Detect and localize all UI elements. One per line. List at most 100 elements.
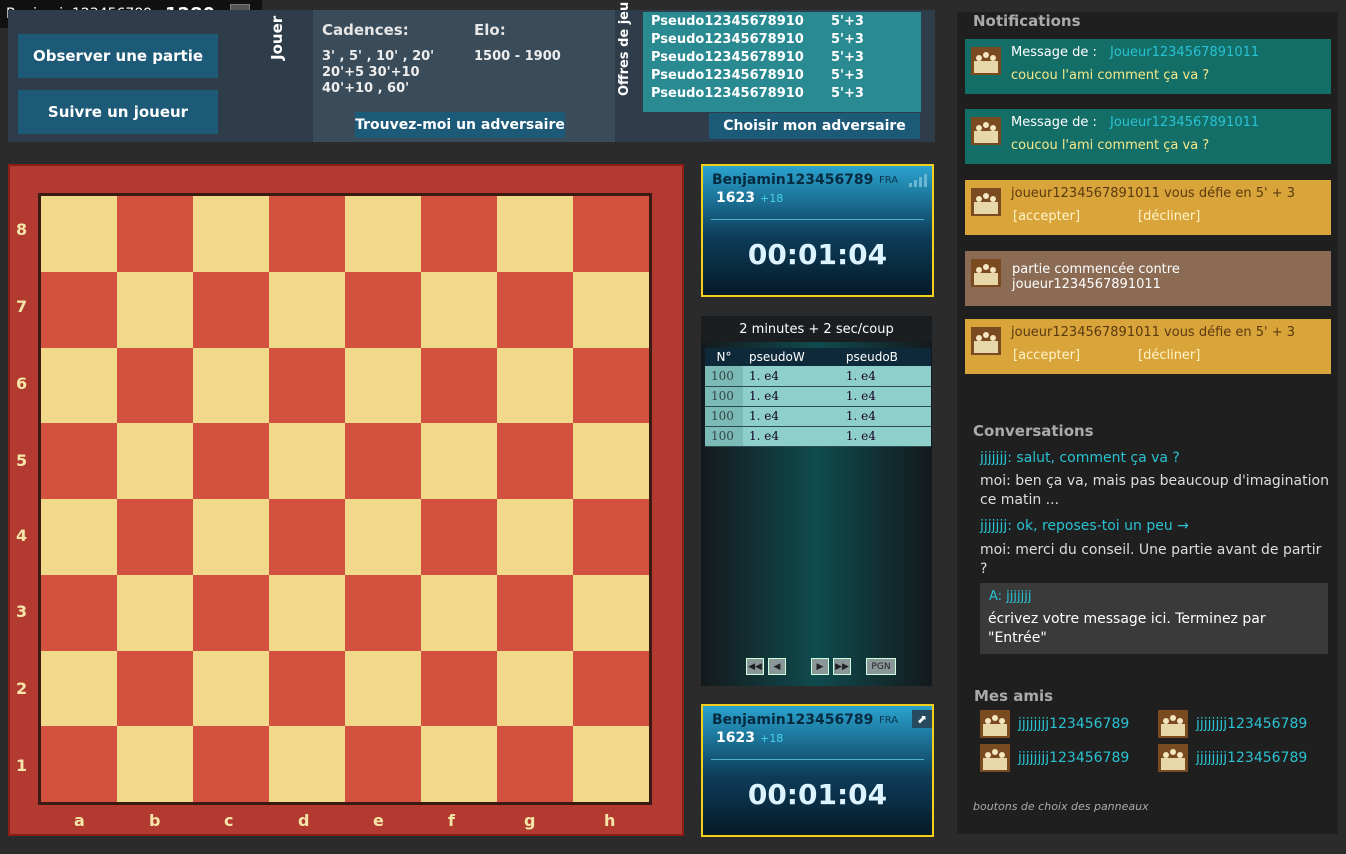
move-row[interactable]: 100 1. e4 1. e4 (705, 426, 931, 447)
board-square[interactable] (573, 650, 649, 727)
board-square[interactable] (497, 726, 573, 802)
board-square[interactable] (573, 271, 649, 348)
board-square[interactable] (41, 499, 117, 575)
board-square[interactable] (117, 726, 193, 802)
board-square[interactable] (269, 196, 345, 272)
board-square[interactable] (421, 196, 497, 272)
board-square[interactable] (497, 650, 573, 727)
friend-name[interactable]: jjjjjjjj123456789 (1196, 716, 1307, 732)
notif-from[interactable]: Joueur1234567891011 (1110, 115, 1259, 130)
notification-message[interactable]: Message de : Joueur1234567891011 coucou … (965, 109, 1331, 164)
accept-link[interactable]: [accepter] (1013, 209, 1080, 224)
board-square[interactable] (345, 196, 421, 272)
board-square[interactable] (117, 574, 193, 651)
board-square[interactable] (193, 347, 269, 424)
offer-row[interactable]: Pseudo12345678910 5'+3 (643, 30, 921, 48)
board-square[interactable] (193, 726, 269, 802)
move-row[interactable]: 100 1. e4 1. e4 (705, 386, 931, 407)
board-square[interactable] (497, 347, 573, 424)
move-row[interactable]: 100 1. e4 1. e4 (705, 406, 931, 427)
board-square[interactable] (193, 271, 269, 348)
board-square[interactable] (41, 347, 117, 424)
board-square[interactable] (269, 650, 345, 727)
board-square[interactable] (117, 423, 193, 499)
board-square[interactable] (41, 650, 117, 727)
board-square[interactable] (269, 271, 345, 348)
board-square[interactable] (41, 423, 117, 499)
friend-name[interactable]: jjjjjjjj123456789 (1018, 750, 1129, 766)
board-square[interactable] (573, 347, 649, 424)
pgn-button[interactable]: PGN (866, 658, 896, 675)
board-square[interactable] (269, 726, 345, 802)
find-opponent-button[interactable]: Trouvez-moi un adversaire (355, 112, 565, 138)
board-square[interactable] (345, 499, 421, 575)
board-square[interactable] (193, 196, 269, 272)
board-square[interactable] (117, 196, 193, 272)
board-square[interactable] (345, 650, 421, 727)
chat-input-box[interactable]: A: jjjjjjj écrivez votre message ici. Te… (980, 583, 1328, 654)
board-square[interactable] (269, 423, 345, 499)
notif-from[interactable]: Joueur1234567891011 (1110, 45, 1259, 60)
follow-player-button[interactable]: Suivre un joueur (18, 90, 218, 134)
board-square[interactable] (497, 499, 573, 575)
board-square[interactable] (117, 650, 193, 727)
choose-opponent-button[interactable]: Choisir mon adversaire (709, 113, 920, 139)
board-square[interactable] (41, 271, 117, 348)
board-square[interactable] (269, 347, 345, 424)
board-square[interactable] (421, 574, 497, 651)
chess-board[interactable] (38, 193, 652, 805)
board-square[interactable] (573, 499, 649, 575)
board-square[interactable] (497, 196, 573, 272)
decline-link[interactable]: [décliner] (1138, 209, 1200, 224)
board-square[interactable] (345, 271, 421, 348)
board-square[interactable] (573, 196, 649, 272)
board-square[interactable] (421, 499, 497, 575)
board-square[interactable] (345, 574, 421, 651)
accept-link[interactable]: [accepter] (1013, 348, 1080, 363)
board-square[interactable] (41, 196, 117, 272)
board-square[interactable] (345, 423, 421, 499)
friend-name[interactable]: jjjjjjjj123456789 (1018, 716, 1129, 732)
board-square[interactable] (193, 650, 269, 727)
first-move-icon[interactable]: ◀◀ (746, 658, 764, 675)
observe-game-button[interactable]: Observer une partie (18, 34, 218, 78)
board-square[interactable] (573, 574, 649, 651)
play-section-label: Jouer (268, 15, 286, 60)
board-square[interactable] (117, 499, 193, 575)
offer-row[interactable]: Pseudo12345678910 5'+3 (643, 66, 921, 84)
board-square[interactable] (573, 726, 649, 802)
board-square[interactable] (41, 574, 117, 651)
chat-input-placeholder[interactable]: écrivez votre message ici. Terminez par … (988, 610, 1308, 648)
decline-link[interactable]: [décliner] (1138, 348, 1200, 363)
offer-row[interactable]: Pseudo12345678910 5'+3 (643, 12, 921, 30)
board-square[interactable] (421, 271, 497, 348)
board-square[interactable] (421, 650, 497, 727)
rank-label: 4 (16, 526, 28, 545)
prev-move-icon[interactable]: ◀ (768, 658, 786, 675)
board-square[interactable] (193, 499, 269, 575)
board-square[interactable] (269, 574, 345, 651)
offer-row[interactable]: Pseudo12345678910 5'+3 (643, 84, 921, 102)
board-square[interactable] (117, 271, 193, 348)
board-square[interactable] (421, 347, 497, 424)
board-square[interactable] (117, 347, 193, 424)
board-square[interactable] (345, 726, 421, 802)
board-square[interactable] (269, 499, 345, 575)
friend-name[interactable]: jjjjjjjj123456789 (1196, 750, 1307, 766)
board-square[interactable] (497, 271, 573, 348)
board-square[interactable] (41, 726, 117, 802)
external-link-icon[interactable]: ⬈ (912, 710, 932, 728)
notification-message[interactable]: Message de : Joueur1234567891011 coucou … (965, 39, 1331, 94)
board-square[interactable] (193, 423, 269, 499)
offer-row[interactable]: Pseudo12345678910 5'+3 (643, 48, 921, 66)
board-square[interactable] (193, 574, 269, 651)
board-square[interactable] (345, 347, 421, 424)
next-move-icon[interactable]: ▶ (811, 658, 829, 675)
board-square[interactable] (421, 423, 497, 499)
board-square[interactable] (421, 726, 497, 802)
board-square[interactable] (497, 574, 573, 651)
move-row[interactable]: 100 1. e4 1. e4 (705, 366, 931, 387)
board-square[interactable] (497, 423, 573, 499)
board-square[interactable] (573, 423, 649, 499)
last-move-icon[interactable]: ▶▶ (833, 658, 851, 675)
